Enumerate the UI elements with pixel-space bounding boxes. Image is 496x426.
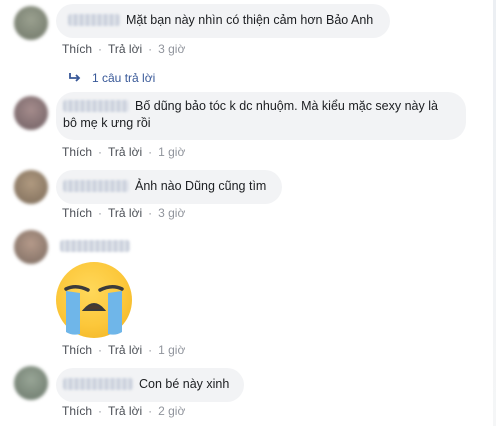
avatar[interactable] (14, 6, 48, 40)
timestamp[interactable]: 3 giờ (158, 42, 185, 56)
separator-dot: · (148, 206, 153, 220)
comment-text: Mặt bạn này nhìn có thiện cảm hơn Bảo An… (126, 13, 374, 27)
like-link[interactable]: Thích (62, 145, 92, 159)
reply-link[interactable]: Trả lời (108, 404, 142, 418)
separator-dot: · (148, 404, 153, 418)
commenter-name[interactable] (68, 14, 120, 26)
separator-dot: · (98, 206, 103, 220)
commenter-name[interactable] (60, 240, 130, 252)
timestamp[interactable]: 1 giờ (158, 343, 185, 357)
comment-bubble: Mặt bạn này nhìn có thiện cảm hơn Bảo An… (56, 4, 390, 38)
reply-link[interactable]: Trả lời (108, 343, 142, 357)
comment-header (60, 238, 180, 256)
comment-actions: Thích · Trả lời · 3 giờ (62, 42, 185, 56)
replies-count[interactable]: 1 câu trả lời (92, 71, 155, 85)
reply-link[interactable]: Trả lời (108, 206, 142, 220)
separator-dot: · (148, 145, 153, 159)
comment-actions: Thích · Trả lời · 3 giờ (62, 206, 185, 220)
comment-text: Con bé này xinh (139, 377, 230, 391)
reply-link[interactable]: Trả lời (108, 42, 142, 56)
separator-dot: · (98, 42, 103, 56)
like-link[interactable]: Thích (62, 404, 92, 418)
comment-text: Ảnh nào Dũng cũng tìm (135, 179, 267, 193)
timestamp[interactable]: 3 giờ (158, 206, 185, 220)
avatar[interactable] (14, 230, 48, 264)
comment-actions: Thích · Trả lời · 1 giờ (62, 343, 185, 357)
comment-bubble: Bố dũng bảo tóc k dc nhuộm. Mà kiểu mặc … (56, 92, 466, 140)
crying-face-sticker[interactable] (56, 262, 132, 338)
view-replies-link[interactable]: 1 câu trả lời (68, 71, 155, 85)
separator-dot: · (148, 42, 153, 56)
separator-dot: · (98, 145, 103, 159)
avatar[interactable] (14, 96, 48, 130)
reply-arrow-icon (69, 73, 81, 82)
commenter-name[interactable] (63, 100, 129, 112)
comment-bubble: Ảnh nào Dũng cũng tìm (56, 170, 282, 204)
separator-dot: · (148, 343, 153, 357)
like-link[interactable]: Thích (62, 206, 92, 220)
commenter-name[interactable] (63, 180, 129, 192)
comment-actions: Thích · Trả lời · 1 giờ (62, 145, 185, 159)
avatar[interactable] (14, 170, 48, 204)
separator-dot: · (98, 404, 103, 418)
avatar[interactable] (14, 366, 48, 400)
commenter-name[interactable] (63, 378, 133, 390)
reply-link[interactable]: Trả lời (108, 145, 142, 159)
crying-face-icon (64, 285, 124, 335)
like-link[interactable]: Thích (62, 42, 92, 56)
comment-bubble: Con bé này xinh (56, 368, 244, 402)
comment-actions: Thích · Trả lời · 2 giờ (62, 404, 185, 418)
timestamp[interactable]: 1 giờ (158, 145, 185, 159)
separator-dot: · (98, 343, 103, 357)
like-link[interactable]: Thích (62, 343, 92, 357)
timestamp[interactable]: 2 giờ (158, 404, 185, 418)
